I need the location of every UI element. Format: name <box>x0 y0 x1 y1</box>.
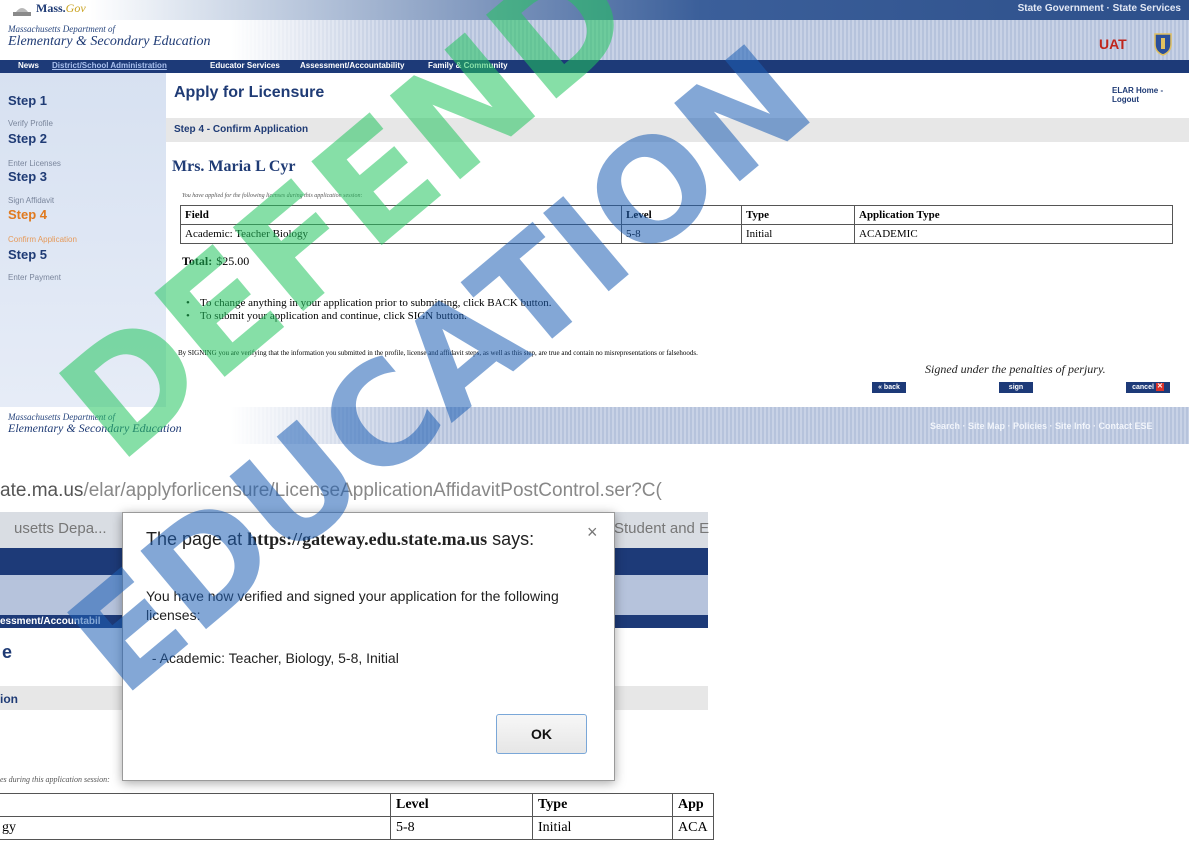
col-field <box>0 793 391 817</box>
statehouse-icon <box>13 8 31 16</box>
address-host: ate.ma.us <box>0 480 84 501</box>
step-2-sub: Enter Licenses <box>8 159 61 168</box>
sign-button[interactable]: sign <box>999 382 1033 393</box>
step-5-title: Step 5 <box>8 247 48 262</box>
col-application-type: Application Type <box>854 205 1173 225</box>
cell-application-type: ACA <box>672 816 714 840</box>
ok-button[interactable]: OK <box>496 714 587 754</box>
cell-type: Initial <box>741 224 855 244</box>
step-4-sub: Confirm Application <box>8 235 77 244</box>
col-application-type: App <box>672 793 714 817</box>
applied-note-fragment: es during this application session: <box>0 775 110 784</box>
dept-name-small: Massachusetts Department of <box>8 24 115 34</box>
nav-educator-services[interactable]: Educator Services <box>210 61 280 70</box>
cell-field: gy <box>0 816 391 840</box>
back-button[interactable]: « back <box>872 382 906 393</box>
col-type: Type <box>532 793 673 817</box>
step-3-sub: Sign Affidavit <box>8 196 55 205</box>
cell-level: 5-8 <box>390 816 533 840</box>
step-1-sub: Verify Profile <box>8 119 53 128</box>
cell-type: Initial <box>532 816 673 840</box>
step-1-title: Step 1 <box>8 93 48 108</box>
dept-name: Elementary & Secondary Education <box>8 34 211 49</box>
mass-gov-logo[interactable]: Mass.Gov <box>36 1 86 16</box>
col-level: Level <box>390 793 533 817</box>
state-seal-icon <box>1154 33 1172 56</box>
step-3-title: Step 3 <box>8 169 48 184</box>
step-2-title: Step 2 <box>8 131 48 146</box>
close-icon: ✕ <box>1155 383 1164 392</box>
table-row: gy 5-8 Initial ACA <box>0 816 714 840</box>
nav-district-school-admin[interactable]: District/School Administration <box>52 61 167 70</box>
table-header-row: Level Type App <box>0 793 714 817</box>
environment-label: UAT <box>1099 36 1127 52</box>
step-5-sub: Enter Payment <box>8 273 61 282</box>
browser-tab-right[interactable]: Student and E <box>614 520 709 537</box>
state-links[interactable]: State Government · State Services <box>1018 3 1181 14</box>
penalties-statement: Signed under the penalties of perjury. <box>925 362 1106 376</box>
step-banner-text: Step 4 - Confirm Application <box>174 124 309 135</box>
close-icon[interactable]: × <box>587 522 598 543</box>
page-title: Apply for Licensure <box>174 84 325 101</box>
cancel-button[interactable]: cancel ✕ <box>1126 382 1170 393</box>
step-4-title: Step 4 <box>8 207 48 222</box>
license-table-fragment: Level Type App gy 5-8 Initial ACA <box>0 793 714 840</box>
cancel-label: cancel <box>1132 384 1154 391</box>
elar-home-logout-links[interactable]: ELAR Home - Logout <box>1112 86 1189 104</box>
page-title-fragment: e <box>2 642 13 662</box>
step-banner-text-fragment: ion <box>0 692 18 706</box>
footer-links[interactable]: Search · Site Map · Policies · Site Info… <box>930 421 1153 431</box>
nav-news[interactable]: News <box>18 61 39 70</box>
cell-application-type: ACADEMIC <box>854 224 1173 244</box>
browser-tab-left[interactable]: usetts Depa... <box>14 520 107 537</box>
